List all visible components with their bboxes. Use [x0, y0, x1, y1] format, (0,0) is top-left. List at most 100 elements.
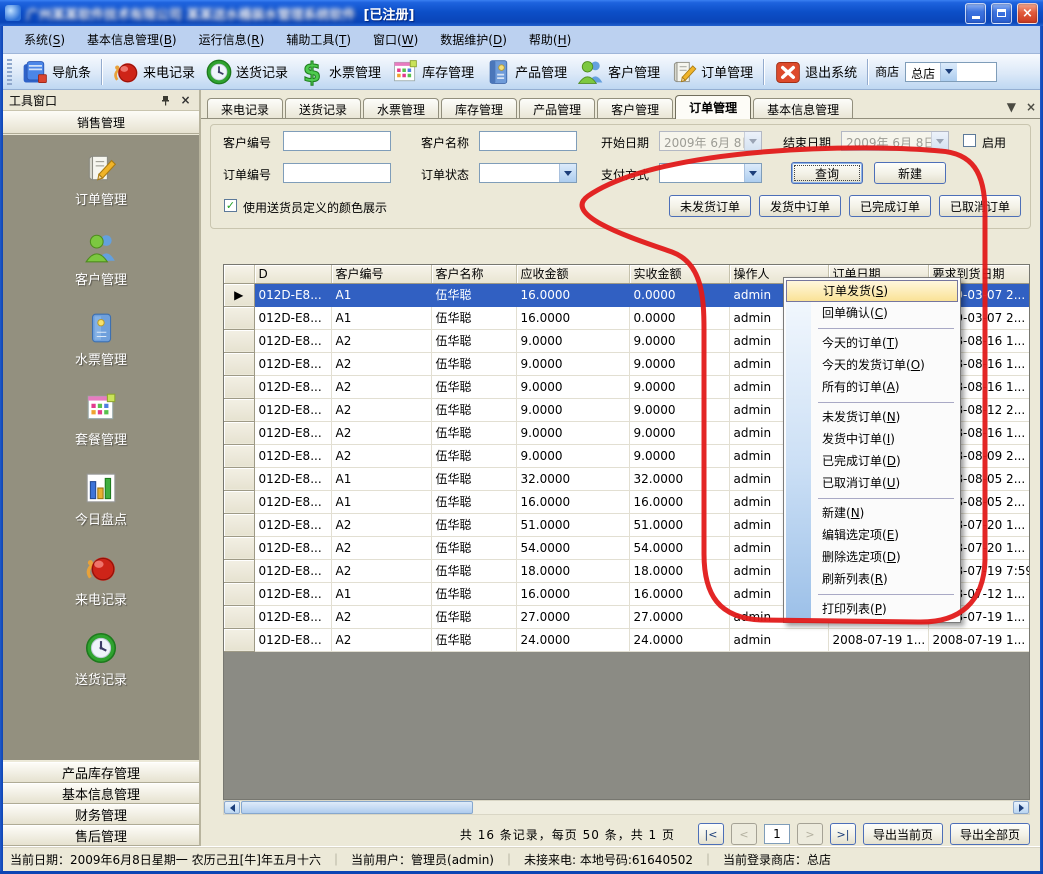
sidebar-item[interactable]: 今日盘点	[3, 471, 199, 528]
grid-cell[interactable]: 0.0000	[629, 283, 729, 306]
context-menu-item[interactable]: 删除选定项(D)	[786, 546, 958, 568]
tab-item[interactable]: 送货记录	[285, 98, 361, 119]
toolbar-button[interactable]: 导航条	[16, 56, 96, 88]
tab-item[interactable]: 产品管理	[519, 98, 595, 119]
close-tab-icon[interactable]: ×	[1026, 100, 1036, 114]
pay-method-combobox[interactable]	[659, 163, 762, 183]
row-selector-cell[interactable]	[224, 490, 254, 513]
toolbar-button[interactable]: 产品管理	[479, 56, 572, 88]
sidebar-group-bar[interactable]: 产品库存管理	[3, 762, 199, 783]
last-page-button[interactable]: >|	[830, 823, 856, 845]
grid-cell[interactable]: 9.0000	[629, 375, 729, 398]
grid-cell[interactable]: 012D-E8...	[254, 467, 331, 490]
grid-cell[interactable]: 012D-E8...	[254, 306, 331, 329]
tab-item[interactable]: 客户管理	[597, 98, 673, 119]
grid-cell[interactable]: 9.0000	[629, 444, 729, 467]
grid-cell[interactable]: A1	[331, 490, 431, 513]
grid-cell[interactable]: A2	[331, 421, 431, 444]
grid-cell[interactable]: 012D-E8...	[254, 605, 331, 628]
chevron-down-icon[interactable]	[940, 63, 957, 81]
context-menu-item[interactable]: 回单确认(C)	[786, 302, 958, 324]
toolbar-button[interactable]: 送货记录	[200, 56, 293, 88]
grid-cell[interactable]: 012D-E8...	[254, 283, 331, 306]
grid-header-cell[interactable]: D	[254, 265, 331, 283]
grid-cell[interactable]: 伍华聪	[431, 467, 516, 490]
grid-cell[interactable]: 012D-E8...	[254, 628, 331, 651]
grid-cell[interactable]: 伍华聪	[431, 582, 516, 605]
grid-header-cell[interactable]	[224, 265, 254, 283]
query-button[interactable]: 查询	[791, 162, 863, 184]
grid-cell[interactable]: 伍华聪	[431, 490, 516, 513]
grid-cell[interactable]: 51.0000	[629, 513, 729, 536]
grid-cell[interactable]: A2	[331, 375, 431, 398]
grid-cell[interactable]: 012D-E8...	[254, 490, 331, 513]
grid-cell[interactable]: 9.0000	[629, 352, 729, 375]
grid-cell[interactable]: 伍华聪	[431, 352, 516, 375]
grid-cell[interactable]: A2	[331, 605, 431, 628]
menubar-item[interactable]: 系统(S)	[13, 27, 76, 52]
order-no-input[interactable]	[283, 163, 391, 183]
toolbar-button[interactable]: 退出系统	[769, 56, 862, 88]
new-button[interactable]: 新建	[874, 162, 946, 184]
sidebar-group-sales[interactable]: 销售管理	[3, 111, 199, 134]
grid-cell[interactable]: A2	[331, 329, 431, 352]
grid-cell[interactable]: A1	[331, 283, 431, 306]
close-button[interactable]: ×	[1017, 3, 1038, 24]
grid-cell[interactable]: A2	[331, 352, 431, 375]
tab-item[interactable]: 基本信息管理	[753, 98, 853, 119]
grid-cell[interactable]: A1	[331, 582, 431, 605]
row-selector-cell[interactable]	[224, 628, 254, 651]
order-status-filter-button[interactable]: 已取消订单	[939, 195, 1021, 217]
grid-header-cell[interactable]: 应收金额	[516, 265, 629, 283]
menubar-item[interactable]: 数据维护(D)	[429, 27, 518, 52]
menubar-item[interactable]: 运行信息(R)	[188, 27, 276, 52]
grid-cell[interactable]: A1	[331, 306, 431, 329]
chevron-down-icon[interactable]	[559, 164, 576, 182]
tab-item[interactable]: 水票管理	[363, 98, 439, 119]
grid-cell[interactable]: 012D-E8...	[254, 444, 331, 467]
order-status-filter-button[interactable]: 未发货订单	[669, 195, 751, 217]
grid-cell[interactable]: 012D-E8...	[254, 421, 331, 444]
grid-cell[interactable]: 伍华聪	[431, 444, 516, 467]
grid-cell[interactable]: 27.0000	[516, 605, 629, 628]
grid-cell[interactable]: 9.0000	[516, 329, 629, 352]
grid-cell[interactable]: 伍华聪	[431, 559, 516, 582]
grid-cell[interactable]: 伍华聪	[431, 306, 516, 329]
context-menu-item[interactable]: 已完成订单(D)	[786, 450, 958, 472]
chevron-down-icon[interactable]: ▼	[1007, 100, 1016, 114]
chevron-down-icon[interactable]	[744, 164, 761, 182]
grid-cell[interactable]: 9.0000	[516, 421, 629, 444]
minimize-button[interactable]	[965, 3, 986, 24]
context-menu-item[interactable]: 未发货订单(N)	[786, 406, 958, 428]
context-menu-item[interactable]: 刷新列表(R)	[786, 568, 958, 590]
enable-checkbox[interactable]	[963, 134, 976, 147]
grid-cell[interactable]: 9.0000	[516, 352, 629, 375]
grid-cell[interactable]: 9.0000	[629, 398, 729, 421]
order-status-filter-button[interactable]: 已完成订单	[849, 195, 931, 217]
shop-combobox[interactable]: 总店	[905, 62, 997, 82]
context-menu-item[interactable]: 今天的发货订单(O)	[786, 354, 958, 376]
grid-cell[interactable]: 012D-E8...	[254, 582, 331, 605]
sidebar-item[interactable]: 订单管理	[3, 151, 199, 208]
grid-cell[interactable]: admin	[729, 628, 828, 651]
grid-cell[interactable]: A2	[331, 559, 431, 582]
row-selector-cell[interactable]: ▶	[224, 283, 254, 306]
context-menu-item[interactable]: 今天的订单(T)	[786, 332, 958, 354]
grid-cell[interactable]: A1	[331, 467, 431, 490]
scroll-left-icon[interactable]	[224, 801, 240, 814]
sidebar-item[interactable]: 套餐管理	[3, 391, 199, 448]
context-menu-item[interactable]: 所有的订单(A)	[786, 376, 958, 398]
tab-item[interactable]: 来电记录	[207, 98, 283, 119]
sidebar-item[interactable]: 水票管理	[3, 311, 199, 368]
grid-header-cell[interactable]: 实收金额	[629, 265, 729, 283]
row-selector-cell[interactable]	[224, 467, 254, 490]
grid-cell[interactable]: 24.0000	[629, 628, 729, 651]
grid-cell[interactable]: 16.0000	[629, 582, 729, 605]
maximize-button[interactable]	[991, 3, 1012, 24]
grid-cell[interactable]: 012D-E8...	[254, 398, 331, 421]
scroll-right-icon[interactable]	[1013, 801, 1029, 814]
row-selector-cell[interactable]	[224, 375, 254, 398]
grid-cell[interactable]: 伍华聪	[431, 628, 516, 651]
grid-cell[interactable]: 27.0000	[629, 605, 729, 628]
context-menu-item[interactable]: 编辑选定项(E)	[786, 524, 958, 546]
